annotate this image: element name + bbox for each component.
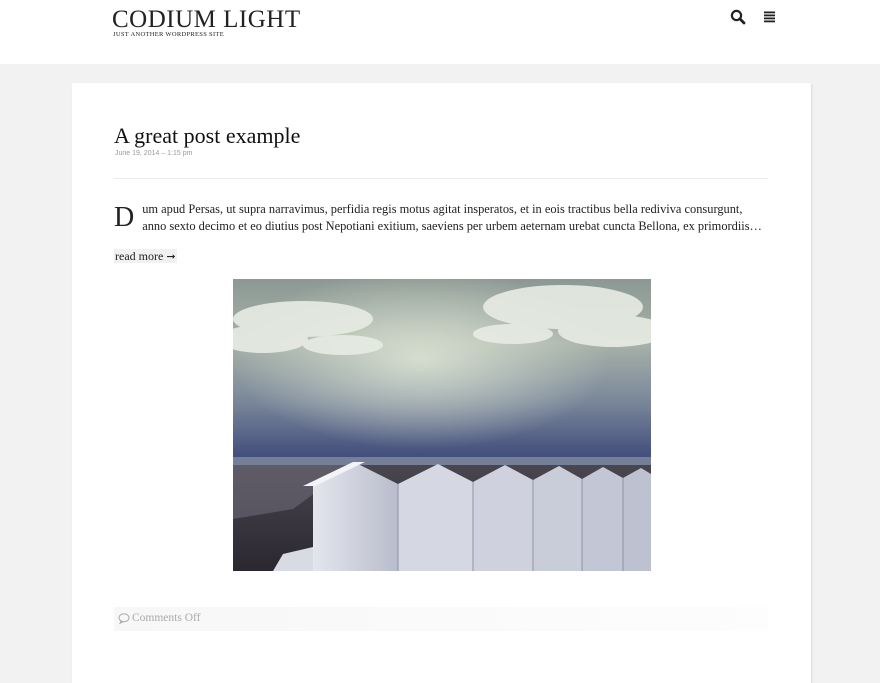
site-header: CODIUM LIGHT JUST ANOTHER WORDPRESS SITE	[0, 0, 880, 64]
read-more-label: read more	[115, 249, 164, 263]
featured-image[interactable]	[233, 279, 651, 571]
beach-huts-photo	[233, 279, 651, 571]
title-divider	[114, 178, 768, 179]
dropcap: D	[114, 202, 135, 233]
excerpt-text: um apud Persas, ut supra narravimus, per…	[142, 202, 762, 233]
menu-button[interactable]	[762, 9, 778, 25]
read-more-link[interactable]: read more ➞	[114, 249, 177, 263]
comments-label: Comments Off	[132, 612, 201, 624]
arrow-right-icon: ➞	[166, 250, 176, 263]
post-card: A great post example June 19, 2014 – 1:1…	[72, 83, 811, 683]
comment-bubble-icon	[118, 612, 130, 624]
post-date: June 19, 2014 – 1:15 pm	[115, 150, 193, 157]
site-tagline: JUST ANOTHER WORDPRESS SITE	[113, 31, 224, 38]
comments-bar: Comments Off	[114, 607, 768, 631]
menu-icon	[764, 11, 775, 23]
search-button[interactable]	[730, 9, 746, 25]
search-icon	[730, 9, 746, 25]
site-title[interactable]: CODIUM LIGHT	[112, 6, 301, 34]
post-title[interactable]: A great post example	[114, 123, 300, 149]
comments-status: Comments Off	[118, 612, 200, 624]
post-excerpt: D um apud Persas, ut supra narravimus, p…	[114, 201, 768, 235]
